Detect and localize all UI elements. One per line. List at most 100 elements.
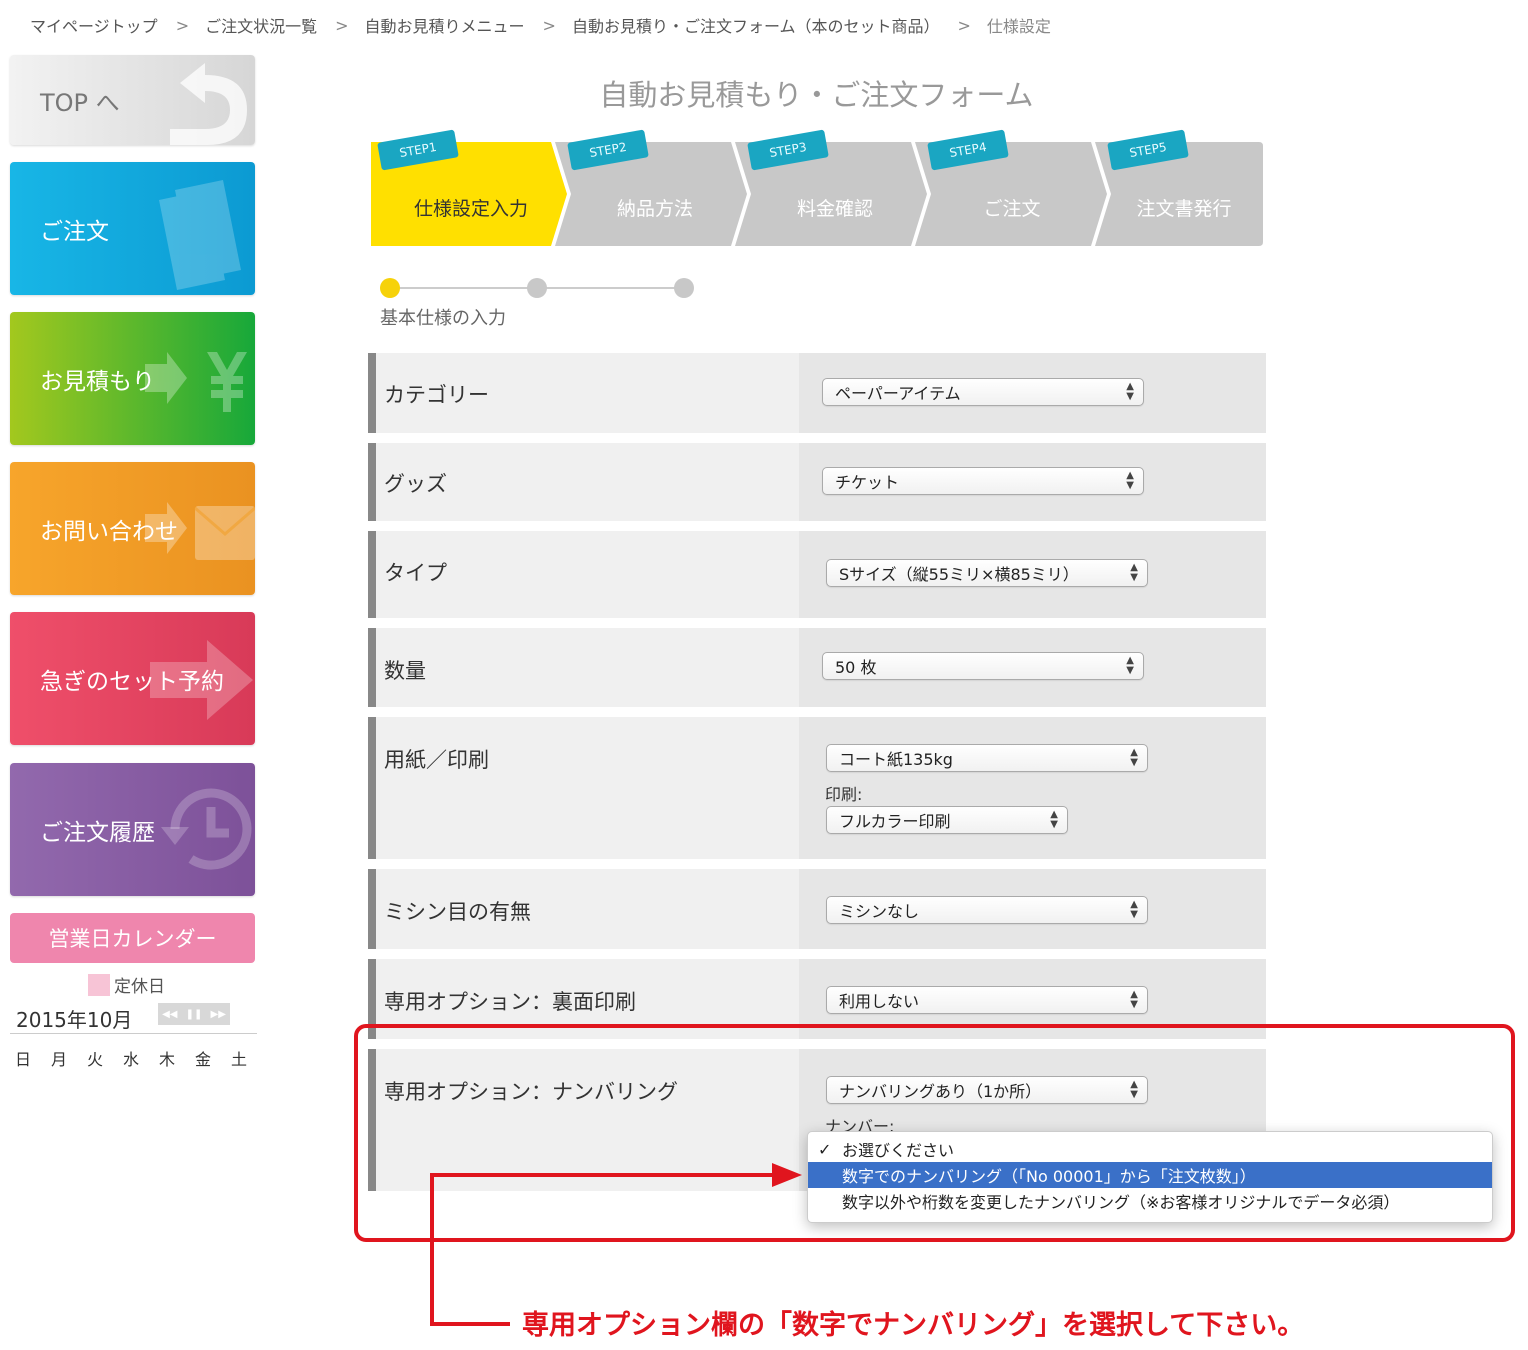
- category-select[interactable]: ペーパーアイテム ▲ ▼: [822, 378, 1144, 406]
- breadcrumb-separator: >: [335, 15, 349, 35]
- calendar-nav: ◀◀ ❚❚ ▶▶: [158, 1003, 230, 1025]
- breadcrumb-order-form[interactable]: 自動お見積り・ご注文フォーム（本のセット商品）: [572, 13, 940, 37]
- print-select-value: フルカラー印刷: [839, 812, 951, 831]
- weekday: 日: [15, 1050, 32, 1069]
- page-title: 自動お見積もり・ご注文フォーム: [599, 78, 1034, 112]
- quote-button-label: お見積もり: [40, 368, 155, 395]
- goods-select[interactable]: チケット ▲ ▼: [822, 467, 1144, 495]
- annotation-line-bottom: [430, 1322, 510, 1326]
- annotation-instruction: 専用オプション欄の「数字でナンバリング」を選択して下さい。: [522, 1310, 1305, 1341]
- substep-label: 基本仕様の入力: [380, 308, 506, 329]
- calendar-month: 2015年10月: [16, 1008, 133, 1032]
- calendar-weekdays: 日 月 火 水 木 金 土: [15, 1046, 267, 1070]
- breadcrumb-separator: >: [542, 15, 556, 35]
- select-arrows-icon: ▲ ▼: [1130, 562, 1138, 583]
- type-label: タイプ: [384, 561, 447, 585]
- paper-select-value: コート紙135kg: [839, 750, 953, 769]
- annotation-line-top: [430, 1173, 778, 1177]
- select-arrows-icon: ▲ ▼: [1130, 989, 1138, 1010]
- step-label: 納品方法: [616, 198, 694, 220]
- weekday: 金: [195, 1050, 212, 1069]
- back-print-select[interactable]: 利用しない ▲ ▼: [826, 986, 1148, 1014]
- form-row-category: カテゴリー ペーパーアイテム ▲ ▼: [368, 353, 1266, 433]
- perforation-label: ミシン目の有無: [384, 900, 531, 924]
- category-label: カテゴリー: [384, 383, 489, 407]
- rush-reservation-label: 急ぎのセット予約: [40, 668, 224, 695]
- top-button-label: TOP へ: [40, 88, 120, 117]
- clock-history-icon: [161, 788, 252, 870]
- breadcrumb-separator: >: [175, 15, 190, 35]
- form-row-quantity: 数量 50 枚 ▲ ▼: [368, 628, 1266, 707]
- print-select[interactable]: フルカラー印刷 ▲ ▼: [826, 806, 1068, 834]
- quantity-label: 数量: [384, 659, 426, 683]
- select-arrows-icon: ▲ ▼: [1126, 655, 1134, 676]
- step-label-active: 仕様設定入力: [413, 198, 529, 220]
- weekday: 木: [159, 1050, 176, 1069]
- calendar-next-icon[interactable]: ▶▶: [211, 1009, 226, 1020]
- calendar-current-icon[interactable]: ❚❚: [186, 1009, 203, 1020]
- substep-dot: [527, 278, 547, 298]
- order-history-label: ご注文履歴: [40, 819, 155, 846]
- form-row-perforation: ミシン目の有無 ミシンなし ▲ ▼: [368, 869, 1266, 949]
- breadcrumb-current: 仕様設定: [986, 17, 1051, 36]
- select-arrows-icon: ▲ ▼: [1126, 381, 1134, 402]
- step-label: ご注文: [983, 198, 1041, 220]
- substep-progress: [380, 277, 694, 299]
- weekday: 月: [51, 1050, 68, 1069]
- step-label: 料金確認: [796, 198, 874, 220]
- order-button[interactable]: ご注文: [10, 162, 255, 295]
- print-label: 印刷:: [825, 785, 863, 804]
- quantity-select-value: 50 枚: [835, 658, 877, 677]
- business-calendar-button[interactable]: 営業日カレンダー: [10, 913, 255, 963]
- select-arrows-icon: ▲ ▼: [1050, 809, 1058, 830]
- holiday-legend: 定休日: [88, 972, 165, 997]
- goods-label: グッズ: [384, 472, 447, 496]
- weekday: 水: [123, 1050, 140, 1069]
- category-select-value: ペーパーアイテム: [835, 384, 961, 403]
- breadcrumb-mypage-top[interactable]: マイページトップ: [30, 13, 158, 37]
- holiday-swatch: [88, 973, 110, 996]
- perforation-select-value: ミシンなし: [839, 902, 920, 921]
- breadcrumb-order-status[interactable]: ご注文状況一覧: [205, 13, 317, 37]
- top-button[interactable]: TOP へ: [10, 55, 255, 145]
- step-indicator: STEP1 STEP2 STEP3 STEP4 STEP5 仕様設定入力 納品方…: [371, 129, 1263, 248]
- annotation-highlight-box: [354, 1024, 1515, 1242]
- select-arrows-icon: ▲ ▼: [1126, 470, 1134, 491]
- annotation-arrowhead-icon: [772, 1163, 802, 1187]
- breadcrumb: マイページトップ > ご注文状況一覧 > 自動お見積りメニュー > 自動お見積り…: [30, 12, 1051, 38]
- form-row-paper: 用紙／印刷 コート紙135kg ▲ ▼ 印刷: フルカラー印刷 ▲ ▼: [368, 717, 1266, 859]
- back-print-label: 専用オプション：裏面印刷: [384, 990, 636, 1014]
- quote-button[interactable]: お見積もり: [10, 312, 255, 445]
- select-arrows-icon: ▲ ▼: [1130, 747, 1138, 768]
- document-icon: [159, 180, 241, 290]
- quantity-select[interactable]: 50 枚 ▲ ▼: [822, 652, 1144, 680]
- order-history-button[interactable]: ご注文履歴: [10, 763, 255, 896]
- contact-button-label: お問い合わせ: [40, 518, 178, 545]
- back-print-select-value: 利用しない: [839, 992, 920, 1011]
- holiday-legend-label: 定休日: [114, 977, 165, 997]
- form-row-type: タイプ Sサイズ（縦55ミリ×横85ミリ） ▲ ▼: [368, 531, 1266, 618]
- type-select-value: Sサイズ（縦55ミリ×横85ミリ）: [839, 565, 1079, 584]
- calendar-prev-icon[interactable]: ◀◀: [162, 1009, 177, 1020]
- perforation-select[interactable]: ミシンなし ▲ ▼: [826, 896, 1148, 924]
- form-row-input-cell: [799, 717, 1266, 859]
- goods-select-value: チケット: [835, 473, 900, 492]
- substep-dot: [674, 278, 694, 298]
- order-button-label: ご注文: [40, 218, 109, 245]
- breadcrumb-separator: >: [957, 15, 971, 35]
- contact-button[interactable]: お問い合わせ: [10, 462, 255, 595]
- type-select[interactable]: Sサイズ（縦55ミリ×横85ミリ） ▲ ▼: [826, 559, 1148, 587]
- breadcrumb-quote-menu[interactable]: 自動お見積りメニュー: [365, 13, 525, 37]
- return-arrow-icon: [170, 63, 247, 145]
- substep-dot-active: [380, 278, 400, 298]
- calendar-divider: [10, 1033, 257, 1034]
- annotation-line-vertical: [430, 1173, 434, 1326]
- select-arrows-icon: ▲ ▼: [1130, 899, 1138, 920]
- step-label: 注文書発行: [1136, 198, 1232, 220]
- rush-reservation-button[interactable]: 急ぎのセット予約: [10, 612, 255, 745]
- weekday: 火: [87, 1050, 104, 1069]
- weekday: 土: [231, 1050, 248, 1069]
- form-row-goods: グッズ チケット ▲ ▼: [368, 443, 1266, 521]
- paper-label: 用紙／印刷: [384, 748, 489, 772]
- paper-select[interactable]: コート紙135kg ▲ ▼: [826, 744, 1148, 772]
